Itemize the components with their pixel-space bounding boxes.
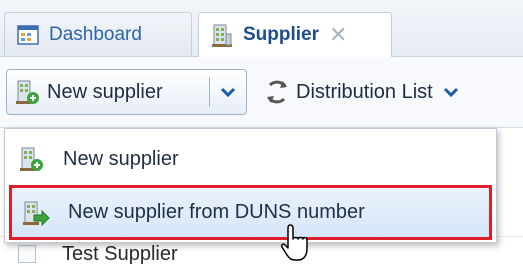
- supplier-add-icon: [15, 78, 41, 106]
- menu-item-new-supplier-from-duns[interactable]: New supplier from DUNS number: [9, 185, 492, 240]
- close-icon[interactable]: ✕: [329, 22, 347, 48]
- row-checkbox[interactable]: [18, 245, 36, 263]
- menu-item-label: New supplier from DUNS number: [68, 201, 365, 223]
- refresh-cycle-icon: [262, 77, 292, 107]
- toolbar: New supplier Distribution List: [0, 57, 523, 128]
- distribution-list-label: Distribution List: [296, 80, 433, 103]
- chevron-down-icon[interactable]: [210, 70, 246, 114]
- supplier-add-icon: [19, 145, 45, 173]
- new-supplier-label: New supplier: [47, 80, 163, 103]
- new-supplier-split-button: New supplier: [6, 69, 247, 115]
- tab-dashboard[interactable]: Dashboard: [4, 12, 192, 56]
- dashboard-icon: [17, 24, 39, 45]
- menu-item-label: New supplier: [63, 147, 179, 170]
- tab-bar: Dashboard Supplier ✕: [0, 0, 523, 57]
- tab-supplier-label: Supplier: [243, 24, 320, 45]
- new-supplier-menu: New supplier New supplier from DUNS numb…: [4, 128, 497, 243]
- chevron-down-icon[interactable]: [443, 86, 459, 98]
- supplier-icon: [211, 22, 233, 48]
- supplier-name-cell: Test Supplier: [62, 243, 178, 265]
- supplier-import-icon: [22, 199, 50, 227]
- menu-item-new-supplier[interactable]: New supplier: [5, 133, 496, 185]
- distribution-list-button[interactable]: Distribution List: [262, 69, 459, 115]
- tab-supplier[interactable]: Supplier ✕: [198, 12, 392, 57]
- tab-dashboard-label: Dashboard: [49, 23, 142, 45]
- new-supplier-button[interactable]: New supplier: [7, 70, 209, 114]
- hand-cursor-icon: [280, 223, 310, 268]
